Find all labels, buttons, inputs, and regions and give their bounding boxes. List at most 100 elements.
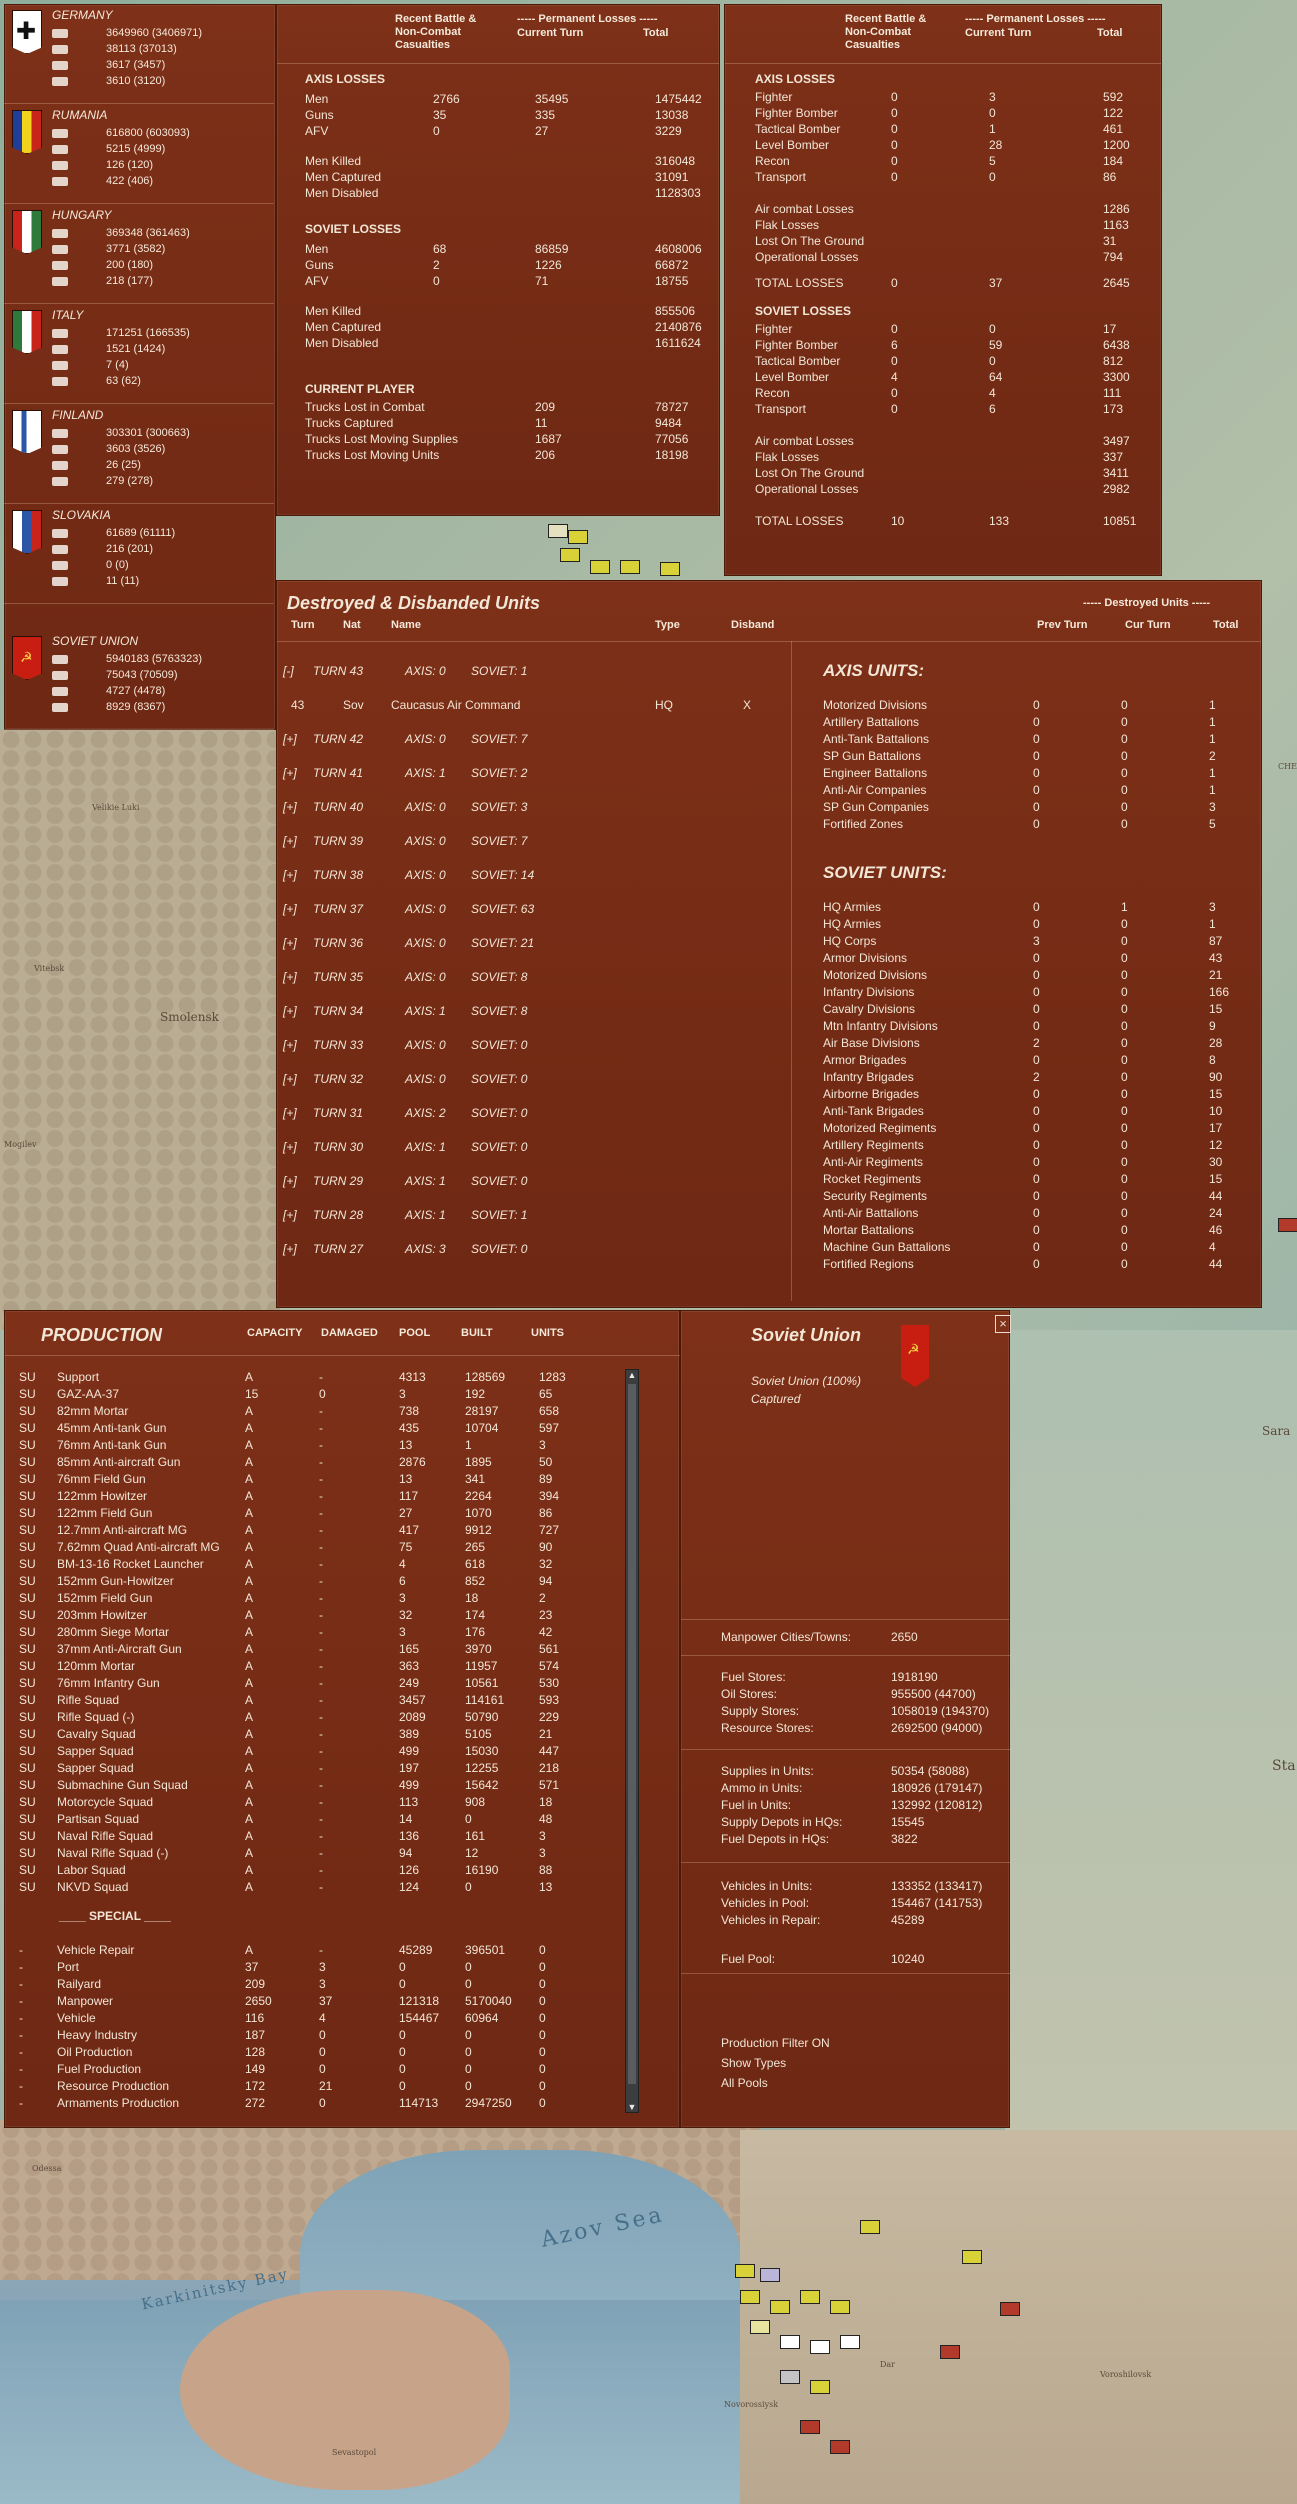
nation-block[interactable]: ☭ SOVIET UNION 5940183 (5763323) 75043 (705…	[4, 630, 274, 730]
nation-block[interactable]: ✚ GERMANY 3649960 (3406971) 38113 (37013) 36…	[4, 4, 274, 104]
expand-toggle[interactable]: [+]	[283, 1105, 297, 1122]
map-unit-counter[interactable]	[740, 2290, 760, 2304]
expand-toggle[interactable]: [+]	[283, 1003, 297, 1020]
special-row[interactable]: - Fuel Production 149 0 0 0 0	[19, 2061, 629, 2078]
production-row[interactable]: SU 280mm Siege Mortar A - 3 176 42	[19, 1624, 629, 1641]
production-row[interactable]: SU 45mm Anti-tank Gun A - 435 10704 597	[19, 1420, 629, 1437]
turn-row[interactable]: [+] TURN 38 AXIS: 0 SOVIET: 14	[277, 867, 791, 885]
map-unit-counter[interactable]	[800, 2420, 820, 2434]
special-row[interactable]: - Resource Production 172 21 0 0 0	[19, 2078, 629, 2095]
turn-row[interactable]: [+] TURN 27 AXIS: 3 SOVIET: 0	[277, 1241, 791, 1259]
map-unit-counter[interactable]	[860, 2220, 880, 2234]
map-unit-counter[interactable]	[568, 530, 588, 544]
turn-row[interactable]: [+] TURN 29 AXIS: 1 SOVIET: 0	[277, 1173, 791, 1191]
production-row[interactable]: SU 37mm Anti-Aircraft Gun A - 165 3970 561	[19, 1641, 629, 1658]
production-row[interactable]: SU Sapper Squad A - 197 12255 218	[19, 1760, 629, 1777]
turn-row[interactable]: [+] TURN 34 AXIS: 1 SOVIET: 8	[277, 1003, 791, 1021]
production-row[interactable]: SU 76mm Infantry Gun A - 249 10561 530	[19, 1675, 629, 1692]
nation-block[interactable]: HUNGARY 369348 (361463) 3771 (3582) 200 (18…	[4, 204, 274, 304]
production-row[interactable]: SU 76mm Anti-tank Gun A -13 1 3	[19, 1437, 629, 1454]
nation-block[interactable]: ITALY 171251 (166535) 1521 (1424) 7 (4) 63 (…	[4, 304, 274, 404]
nation-block[interactable]: SLOVAKIA 61689 (61111) 216 (201) 0 (0) 11 (1…	[4, 504, 274, 604]
production-row[interactable]: SU Naval Rifle Squad A - 136 161 3	[19, 1828, 629, 1845]
expand-toggle[interactable]: [+]	[283, 1071, 297, 1088]
expand-toggle[interactable]: [+]	[283, 1173, 297, 1190]
special-row[interactable]: - Manpower 2650 37 121318 5170040 0	[19, 1993, 629, 2010]
map-unit-counter[interactable]	[840, 2335, 860, 2349]
map-unit-counter[interactable]	[830, 2300, 850, 2314]
expand-toggle[interactable]: [+]	[283, 833, 297, 850]
production-row[interactable]: SU Submachine Gun Squad A - 499 15642 571	[19, 1777, 629, 1794]
map-unit-counter[interactable]	[760, 2268, 780, 2282]
map-unit-counter[interactable]	[620, 560, 640, 574]
production-row[interactable]: SU Rifle Squad (-) A - 2089 50790 229	[19, 1709, 629, 1726]
map-unit-counter[interactable]	[750, 2320, 770, 2334]
production-row[interactable]: SU 76mm Field Gun A - 13 341 89	[19, 1471, 629, 1488]
turn-row[interactable]: [+] TURN 39 AXIS: 0 SOVIET: 7	[277, 833, 791, 851]
nation-block[interactable]: RUMANIA 616800 (603093) 5215 (4999) 126 (12…	[4, 104, 274, 204]
map-unit-counter[interactable]	[780, 2370, 800, 2384]
production-row[interactable]: SU 203mm Howitzer A - 32 174 23	[19, 1607, 629, 1624]
production-row[interactable]: SU Motorcycle Squad A - 113 908 18	[19, 1794, 629, 1811]
production-row[interactable]: SU 122mm Howitzer A - 117 2264 394	[19, 1488, 629, 1505]
expand-toggle[interactable]: [+]	[283, 969, 297, 986]
expand-toggle[interactable]: [+]	[283, 867, 297, 884]
turn-row[interactable]: [+] TURN 40 AXIS: 0 SOVIET: 3	[277, 799, 791, 817]
production-row[interactable]: SU 152mm Field Gun A - 3 18 2	[19, 1590, 629, 1607]
scroll-up-arrow[interactable]: ▲	[627, 1370, 637, 1380]
production-row[interactable]: SU Sapper Squad A - 499 15030 447	[19, 1743, 629, 1760]
special-row[interactable]: - Railyard 209 3 0 0 0	[19, 1976, 629, 1993]
map-unit-counter[interactable]	[780, 2335, 800, 2349]
summary-filter-link[interactable]: Production Filter ON	[721, 2035, 830, 2052]
destroyed-unit-row[interactable]: 43 Sov Caucasus Air Command HQ X	[277, 697, 791, 715]
production-row[interactable]: SU 7.62mm Quad Anti-aircraft MG A - 75 265 90	[19, 1539, 629, 1556]
turn-row[interactable]: [+] TURN 35 AXIS: 0 SOVIET: 8	[277, 969, 791, 987]
special-row[interactable]: - Armaments Production 272 0 114713 2947250 0	[19, 2095, 629, 2112]
production-row[interactable]: SU Labor Squad A - 126 16190 88	[19, 1862, 629, 1879]
production-row[interactable]: SU Support A - 4313 128569 1283	[19, 1369, 629, 1386]
turn-row[interactable]: [+] TURN 32 AXIS: 0 SOVIET: 0	[277, 1071, 791, 1089]
expand-toggle[interactable]: [+]	[283, 1037, 297, 1054]
expand-toggle[interactable]: [+]	[283, 731, 297, 748]
expand-toggle[interactable]: [+]	[283, 799, 297, 816]
production-row[interactable]: SU Rifle Squad A - 3457 114161 593	[19, 1692, 629, 1709]
map-unit-counter[interactable]	[660, 562, 680, 576]
turn-row[interactable]: [+] TURN 42 AXIS: 0 SOVIET: 7	[277, 731, 791, 749]
map-unit-counter[interactable]	[1278, 1218, 1297, 1232]
summary-filter-link[interactable]: All Pools	[721, 2075, 768, 2092]
scroll-down-arrow[interactable]: ▼	[627, 2102, 637, 2112]
expand-toggle[interactable]: [+]	[283, 765, 297, 782]
production-row[interactable]: SU GAZ-AA-37 15 0 3 192 65	[19, 1386, 629, 1403]
production-row[interactable]: SU Partisan Squad A - 14 0 48	[19, 1811, 629, 1828]
map-unit-counter[interactable]	[962, 2250, 982, 2264]
expand-toggle[interactable]: [+]	[283, 1207, 297, 1224]
production-row[interactable]: SU 82mm Mortar A - 738 28197 658	[19, 1403, 629, 1420]
map-unit-counter[interactable]	[560, 548, 580, 562]
map-unit-counter[interactable]	[810, 2340, 830, 2354]
map-unit-counter[interactable]	[810, 2380, 830, 2394]
production-scrollbar[interactable]: ▲ ▼	[625, 1369, 639, 2113]
turn-row[interactable]: [+] TURN 30 AXIS: 1 SOVIET: 0	[277, 1139, 791, 1157]
expand-toggle[interactable]: [+]	[283, 935, 297, 952]
map-unit-counter[interactable]	[800, 2290, 820, 2304]
production-row[interactable]: SU 85mm Anti-aircraft Gun A - 2876 1895 50	[19, 1454, 629, 1471]
map-unit-counter[interactable]	[590, 560, 610, 574]
turn-row[interactable]: [+] TURN 37 AXIS: 0 SOVIET: 63	[277, 901, 791, 919]
map-unit-counter[interactable]	[770, 2300, 790, 2314]
production-row[interactable]: SU 152mm Gun-Howitzer A - 6 852 94	[19, 1573, 629, 1590]
expand-toggle[interactable]: [-]	[283, 663, 294, 680]
expand-toggle[interactable]: [+]	[283, 901, 297, 918]
map-unit-counter[interactable]	[735, 2264, 755, 2278]
expand-toggle[interactable]: [+]	[283, 1139, 297, 1156]
scroll-thumb[interactable]	[628, 1384, 636, 2084]
map-unit-counter[interactable]	[548, 524, 568, 538]
special-row[interactable]: - Vehicle 116 4 154467 60964 0	[19, 2010, 629, 2027]
map-unit-counter[interactable]	[1000, 2302, 1020, 2316]
turn-row[interactable]: [-] TURN 43 AXIS: 0 SOVIET: 1	[277, 663, 791, 681]
special-row[interactable]: - Heavy Industry 187 0 0 0 0	[19, 2027, 629, 2044]
turn-row[interactable]: [+] TURN 28 AXIS: 1 SOVIET: 1	[277, 1207, 791, 1225]
turn-row[interactable]: [+] TURN 36 AXIS: 0 SOVIET: 21	[277, 935, 791, 953]
close-button[interactable]: ×	[995, 1315, 1011, 1333]
map-unit-counter[interactable]	[830, 2440, 850, 2454]
turn-row[interactable]: [+] TURN 41 AXIS: 1 SOVIET: 2	[277, 765, 791, 783]
